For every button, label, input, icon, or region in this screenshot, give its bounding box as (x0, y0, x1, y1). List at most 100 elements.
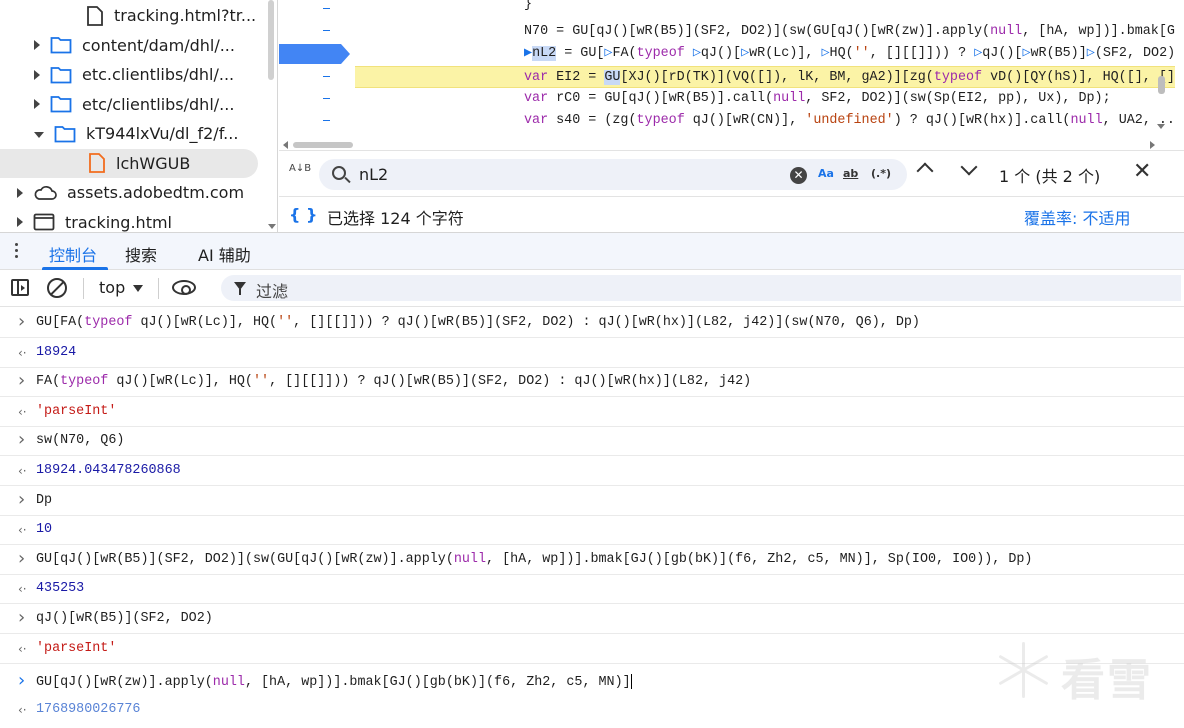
scroll-down-arrow-icon[interactable] (1157, 124, 1165, 129)
file-tree-label: kT944lxVu/dl_f2/f... (86, 124, 239, 143)
line-marker[interactable] (323, 98, 330, 99)
console-input-row[interactable]: › GU[qJ()[wR(B5)](SF2, DO2)](sw(GU[qJ()[w… (0, 545, 1184, 575)
context-selector[interactable]: top (99, 278, 125, 297)
breakpoint-marker[interactable] (279, 44, 350, 64)
search-bar: A↓B ✕ Aa ab (.*) 1 个 (共 2 个) ✕ (279, 150, 1184, 196)
console-expression[interactable]: GU[qJ()[wR(B5)](SF2, DO2)](sw(GU[qJ()[wR… (36, 552, 1032, 567)
chevron-right-icon[interactable] (17, 187, 23, 198)
console-result: 18924.043478260868 (36, 463, 181, 478)
show-sidebar-icon[interactable] (11, 279, 29, 296)
toolbar-divider (83, 278, 84, 299)
match-count: 1 个 (共 2 个) (999, 167, 1101, 186)
more-options-icon[interactable] (15, 243, 19, 261)
code-editor[interactable]: } N70 = GU[qJ()[wR(B5)](SF2, DO2)](sw(GU[… (279, 0, 1184, 150)
whole-word-toggle[interactable]: ab (843, 167, 858, 180)
pretty-print-icon[interactable]: { } (289, 205, 317, 224)
editor-status-bar: { } 已选择 124 个字符 覆盖率: 不适用 (279, 196, 1184, 232)
editor-gutter[interactable] (279, 0, 353, 140)
file-tree-item[interactable]: etc/clientlibs/dhl/... (0, 90, 270, 119)
scroll-right-arrow-icon[interactable] (1150, 141, 1155, 149)
input-prompt-icon: › (18, 670, 26, 692)
sources-panel: tracking.html?tr... content/dam/dhl/... et… (0, 0, 1184, 232)
scrollbar-thumb[interactable] (268, 0, 274, 80)
file-tree-item[interactable]: lchWGUB (0, 148, 258, 178)
console-expression[interactable]: qJ()[wR(B5)](SF2, DO2) (36, 611, 213, 626)
clear-search-icon[interactable]: ✕ (790, 167, 807, 184)
file-tree-item[interactable]: kT944lxVu/dl_f2/f... (0, 119, 270, 148)
js-file-icon (88, 153, 106, 173)
scroll-down-arrow-icon[interactable] (268, 224, 276, 229)
text-cursor (630, 674, 632, 690)
next-match-icon[interactable] (960, 158, 978, 176)
console-output-row[interactable]: ‹· 10 (0, 515, 1184, 546)
scroll-left-arrow-icon[interactable] (283, 141, 288, 149)
file-icon (86, 5, 104, 26)
editor-horizontal-scrollbar[interactable] (279, 140, 1169, 150)
file-tree-item[interactable]: assets.adobedtm.com (0, 178, 270, 207)
search-input[interactable] (359, 163, 779, 185)
console-output-row[interactable]: ‹· 18924.043478260868 (0, 456, 1184, 486)
chevron-right-icon[interactable] (34, 40, 40, 50)
code-line-current[interactable]: var EI2 = GU[XJ()[rD(TK)](VQ([]), lK, BM… (355, 66, 1175, 88)
code-line[interactable]: } (355, 0, 1175, 16)
chevron-right-icon[interactable] (34, 99, 40, 109)
console-expression[interactable]: FA(typeof qJ()[wR(Lc)], HQ('', [][[]])) … (36, 374, 751, 389)
console-input-row[interactable]: › qJ()[wR(B5)](SF2, DO2) (0, 604, 1184, 634)
live-expression-eye-icon[interactable] (172, 280, 196, 295)
console-expression[interactable]: Dp (36, 493, 52, 508)
match-case-toggle[interactable]: Aa (818, 167, 834, 180)
file-tree-scrollbar[interactable] (268, 0, 276, 232)
console-output-row[interactable]: ‹· 18924 (0, 338, 1184, 368)
line-marker[interactable] (323, 30, 330, 31)
chevron-right-icon[interactable] (34, 69, 40, 80)
tab-search[interactable]: 搜索 (125, 242, 157, 266)
chevron-down-icon[interactable] (133, 285, 143, 292)
console-input-row[interactable]: › Dp (0, 486, 1184, 516)
console-result: 'parseInt' (36, 403, 117, 419)
console-input-row[interactable]: › FA(typeof qJ()[wR(Lc)], HQ('', [][[]]))… (0, 367, 1184, 398)
output-return-icon: ‹· (18, 345, 27, 360)
code-line[interactable]: var s40 = (zg(typeof qJ()[wR(CN)], 'unde… (355, 110, 1175, 132)
regex-toggle[interactable]: (.*) (871, 167, 891, 180)
editor-vertical-scrollbar[interactable] (1158, 76, 1165, 94)
code-line[interactable]: var rC0 = GU[qJ()[wR(B5)].call(null, SF2… (355, 88, 1175, 110)
file-tree-item[interactable]: etc.clientlibs/dhl/... (0, 60, 270, 89)
chevron-down-icon[interactable] (34, 131, 44, 138)
frame-icon (33, 213, 55, 231)
console-expression[interactable]: GU[qJ()[wR(zw)].apply(null, [hA, wp])].b… (36, 674, 632, 690)
close-search-icon[interactable]: ✕ (1133, 161, 1151, 183)
case-sensitive-toggle-icon[interactable]: A↓B (289, 164, 313, 186)
coverage-link[interactable]: 覆盖率: 不适用 (1024, 205, 1130, 229)
console-expression[interactable]: sw(N70, Q6) (36, 433, 124, 448)
code-line[interactable]: N70 = GU[qJ()[wR(B5)](SF2, DO2)](sw(GU[q… (355, 21, 1175, 43)
filter-input[interactable]: 过滤 (221, 275, 1181, 301)
file-tree-item[interactable]: content/dam/dhl/... (0, 31, 270, 60)
code-line[interactable]: ▶nL2 = GU[▷FA(typeof ▷qJ()[▷wR(Lc)], ▷HQ… (355, 43, 1175, 65)
line-marker[interactable] (323, 76, 330, 77)
scrollbar-thumb[interactable] (293, 142, 353, 148)
line-marker[interactable] (323, 120, 330, 121)
file-tree-item[interactable]: tracking.html (0, 208, 270, 233)
search-box[interactable]: ✕ Aa ab (.*) (319, 159, 907, 190)
file-tree-label: assets.adobedtm.com (67, 183, 245, 202)
console-input-row[interactable]: › sw(N70, Q6) (0, 426, 1184, 457)
line-marker[interactable] (323, 8, 330, 9)
console-output-row[interactable]: ‹· 435253 (0, 574, 1184, 605)
output-return-icon: ‹· (18, 641, 27, 656)
chevron-right-icon[interactable] (17, 217, 23, 227)
file-tree-label: tracking.html (65, 212, 172, 232)
previous-match-icon[interactable] (916, 162, 934, 180)
filter-placeholder: 过滤 (256, 282, 289, 301)
console-input-row[interactable]: › GU[FA(typeof qJ()[wR(Lc)], HQ('', [][[]… (0, 308, 1184, 338)
clear-console-icon[interactable] (47, 278, 67, 298)
file-tree-item[interactable]: tracking.html?tr... (0, 1, 270, 30)
code-lines[interactable]: } N70 = GU[qJ()[wR(B5)](SF2, DO2)](sw(GU[… (355, 0, 1175, 140)
tab-console[interactable]: 控制台 (49, 242, 97, 266)
watermark-text: 看雪 (1061, 655, 1153, 706)
console-expression[interactable]: GU[FA(typeof qJ()[wR(Lc)], HQ('', [][[]]… (36, 315, 920, 330)
snowflake-logo-icon (995, 642, 1051, 698)
console-result: 10 (36, 522, 53, 538)
input-prompt-icon: › (18, 488, 26, 510)
console-output-row[interactable]: ‹· 'parseInt' (0, 397, 1184, 427)
tab-ai-assistance[interactable]: AI 辅助 (198, 242, 251, 266)
